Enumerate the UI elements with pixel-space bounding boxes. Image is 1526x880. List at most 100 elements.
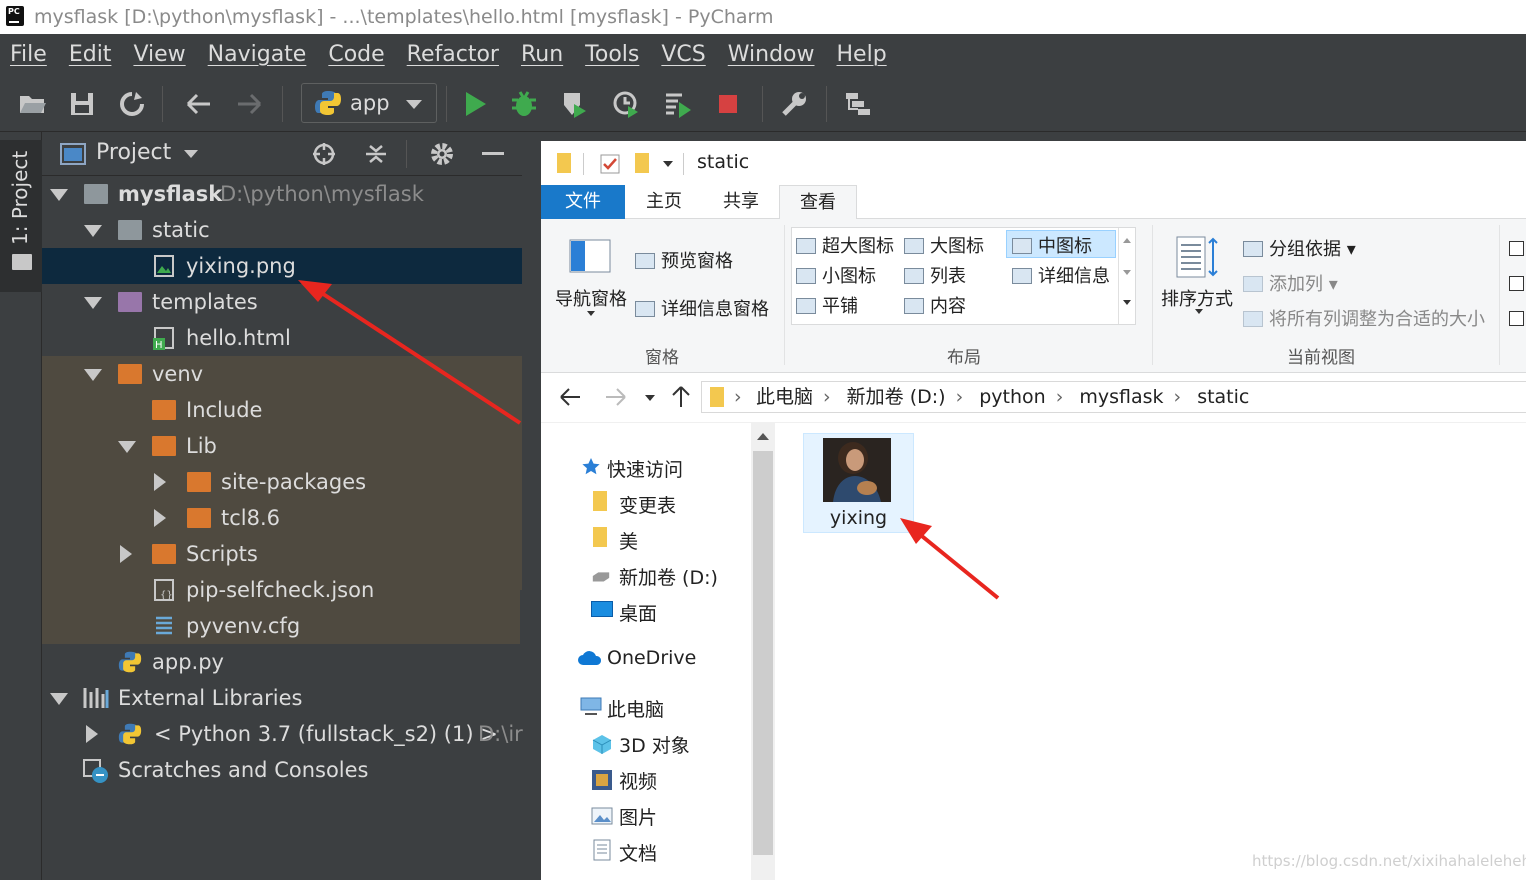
chevron-up-icon[interactable] xyxy=(757,433,769,440)
profile-icon[interactable] xyxy=(612,90,640,118)
tree-row-hello-html[interactable]: H hello.html xyxy=(42,320,522,356)
expanded-arrow-icon[interactable] xyxy=(84,369,102,381)
project-structure-icon[interactable] xyxy=(844,90,872,118)
tree-row-yixing-png[interactable]: yixing.png xyxy=(42,248,522,284)
hidden-items-toggle[interactable] xyxy=(1509,311,1524,326)
back-arrow-icon[interactable] xyxy=(184,90,212,118)
locate-target-icon[interactable] xyxy=(312,142,336,166)
preview-pane-button[interactable]: 预览窗格 xyxy=(635,247,733,273)
menu-window[interactable]: Window xyxy=(728,42,815,67)
tab-view[interactable]: 查看 xyxy=(779,185,857,220)
nav-item-desktop[interactable]: 桌面 xyxy=(619,599,657,626)
chevron-down-icon[interactable] xyxy=(587,311,595,316)
minimize-icon[interactable] xyxy=(482,152,504,155)
chevron-up-icon[interactable] xyxy=(1123,238,1131,243)
tree-row-tcl[interactable]: tcl8.6 xyxy=(42,500,522,536)
breadcrumb-static[interactable]: static xyxy=(1197,386,1249,408)
menu-tools[interactable]: Tools xyxy=(585,42,639,67)
collapsed-arrow-icon[interactable] xyxy=(154,509,166,527)
open-folder-icon[interactable] xyxy=(18,90,46,118)
layout-gallery-scroll[interactable] xyxy=(1118,228,1136,324)
sync-icon[interactable] xyxy=(118,90,146,118)
chevron-down-icon[interactable] xyxy=(663,161,673,167)
menu-code[interactable]: Code xyxy=(328,42,384,67)
group-by-button[interactable]: 分组依据 ▾ xyxy=(1243,235,1356,261)
properties-check-icon[interactable] xyxy=(599,153,621,175)
collapsed-arrow-icon[interactable] xyxy=(154,473,166,491)
tree-row-site-packages[interactable]: site-packages xyxy=(42,464,522,500)
up-arrow-icon[interactable] xyxy=(671,385,691,409)
forward-arrow-icon[interactable] xyxy=(605,387,627,407)
new-folder-icon[interactable] xyxy=(635,153,649,173)
layout-content[interactable]: 内容 xyxy=(904,292,966,318)
details-pane-button[interactable]: 详细信息窗格 xyxy=(635,295,769,321)
nav-this-pc[interactable]: 此电脑 xyxy=(607,695,664,722)
collapse-all-icon[interactable] xyxy=(364,142,388,166)
gear-icon[interactable] xyxy=(430,142,454,166)
forward-arrow-icon[interactable] xyxy=(236,90,264,118)
layout-medium-icons[interactable]: 中图标 xyxy=(1012,232,1092,258)
tree-row-pyvenv-cfg[interactable]: pyvenv.cfg xyxy=(42,608,522,644)
chevron-down-icon[interactable] xyxy=(1195,309,1203,314)
nav-quick-access[interactable]: 快速访问 xyxy=(607,455,683,482)
file-extension-toggle[interactable] xyxy=(1509,276,1524,291)
chevron-right-icon[interactable]: › xyxy=(823,386,831,408)
coverage-icon[interactable] xyxy=(560,90,588,118)
layout-extra-large-icons[interactable]: 超大图标 xyxy=(796,232,894,258)
layout-large-icons[interactable]: 大图标 xyxy=(904,232,984,258)
chevron-down-icon[interactable] xyxy=(1123,270,1131,275)
chevron-right-icon[interactable]: › xyxy=(1174,386,1182,408)
layout-small-icons[interactable]: 小图标 xyxy=(796,262,876,288)
expanded-arrow-icon[interactable] xyxy=(118,441,136,453)
breadcrumb-mysflask[interactable]: mysflask xyxy=(1079,386,1163,408)
save-icon[interactable] xyxy=(68,90,96,118)
item-checkbox-toggle[interactable] xyxy=(1509,241,1524,256)
tree-row-mysflask[interactable]: mysflask D:\python\mysflask xyxy=(42,176,522,212)
collapsed-arrow-icon[interactable] xyxy=(120,545,132,563)
chevron-right-icon[interactable]: › xyxy=(956,386,964,408)
project-panel-title[interactable]: Project xyxy=(96,140,171,165)
chevron-right-icon[interactable]: › xyxy=(734,382,742,412)
run-icon[interactable] xyxy=(462,90,490,118)
address-field[interactable]: › 此电脑 › 新加卷 (D:) › python › mysflask › stati… xyxy=(701,381,1526,413)
breadcrumb-drive-d[interactable]: 新加卷 (D:) xyxy=(847,386,946,408)
sort-by-button[interactable]: 排序方式 xyxy=(1161,285,1233,311)
menu-edit[interactable]: Edit xyxy=(69,42,112,67)
expanded-arrow-icon[interactable] xyxy=(84,225,102,237)
breadcrumb-python[interactable]: python xyxy=(979,386,1045,408)
tab-share[interactable]: 共享 xyxy=(703,185,779,219)
nav-scrollbar-thumb[interactable] xyxy=(753,451,773,855)
breadcrumb-this-pc[interactable]: 此电脑 xyxy=(756,386,813,408)
run-step-icon[interactable] xyxy=(664,90,692,118)
file-item-yixing[interactable]: yixing xyxy=(803,433,914,533)
expanded-arrow-icon[interactable] xyxy=(50,189,68,201)
tree-row-external-libraries[interactable]: External Libraries xyxy=(42,680,522,716)
nav-item-documents[interactable]: 文档 xyxy=(619,839,657,866)
tree-row-static[interactable]: static xyxy=(42,212,522,248)
nav-item-pictures[interactable]: 图片 xyxy=(619,803,657,830)
recent-locations-icon[interactable] xyxy=(645,395,655,401)
menu-navigate[interactable]: Navigate xyxy=(208,42,307,67)
tree-row-app-py[interactable]: app.py xyxy=(42,644,522,680)
back-arrow-icon[interactable] xyxy=(559,387,581,407)
nav-item-3d-objects[interactable]: 3D 对象 xyxy=(619,731,690,758)
nav-item-videos[interactable]: 视频 xyxy=(619,767,657,794)
tab-file[interactable]: 文件 xyxy=(541,185,625,219)
tree-row-lib[interactable]: Lib xyxy=(42,428,522,464)
nav-item-changelog[interactable]: 变更表 xyxy=(619,491,676,518)
nav-item-drive-d[interactable]: 新加卷 (D:) xyxy=(619,563,718,590)
expanded-arrow-icon[interactable] xyxy=(84,297,102,309)
tab-home[interactable]: 主页 xyxy=(625,185,703,219)
tree-row-scripts[interactable]: Scripts xyxy=(42,536,522,572)
tree-row-pip-selfcheck[interactable]: {} pip-selfcheck.json xyxy=(42,572,522,608)
chevron-right-icon[interactable]: › xyxy=(1056,386,1064,408)
fit-columns-button[interactable]: 将所有列调整为合适的大小 xyxy=(1243,305,1485,331)
layout-list[interactable]: 列表 xyxy=(904,262,966,288)
layout-details[interactable]: 详细信息 xyxy=(1012,262,1110,288)
expand-gallery-icon[interactable] xyxy=(1123,300,1131,305)
tree-row-venv[interactable]: venv xyxy=(42,356,522,392)
expanded-arrow-icon[interactable] xyxy=(50,693,68,705)
tree-row-python-sdk[interactable]: < Python 3.7 (fullstack_s2) (1) > D:\ir xyxy=(42,716,523,752)
tree-row-templates[interactable]: templates xyxy=(42,284,522,320)
tree-row-include[interactable]: Include xyxy=(42,392,522,428)
